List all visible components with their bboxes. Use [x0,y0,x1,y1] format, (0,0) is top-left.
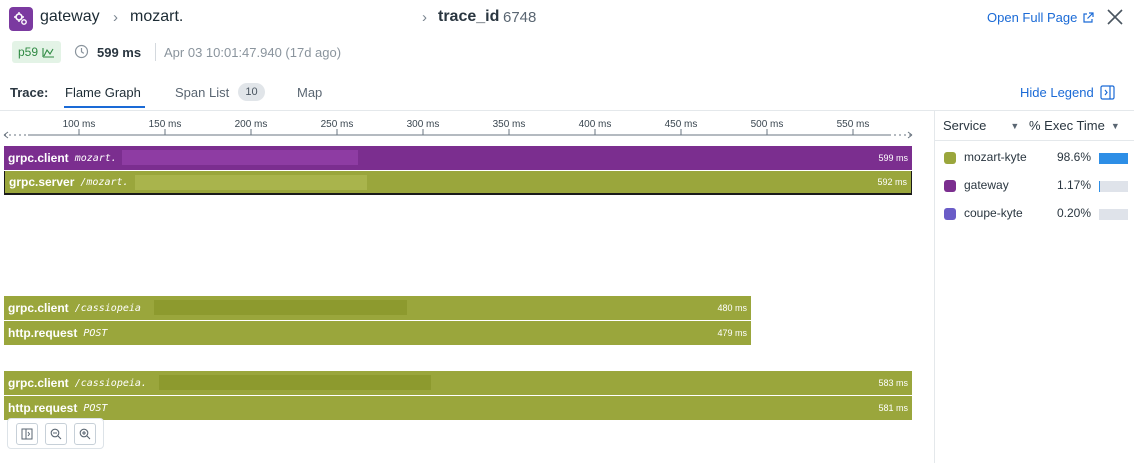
ruler-tick-label: 100 ms [63,119,96,130]
flame-graph[interactable]: 100 ms 150 ms 200 ms 250 ms 300 ms 350 ms 400 … [0,111,934,463]
span-resource: /cassiopeia. [74,377,147,389]
chevron-right-icon: › [113,9,118,26]
legend-col-exec-label: % Exec Time [1029,118,1105,133]
meta-divider [155,43,156,61]
zoom-in-icon [79,428,90,439]
span-name: grpc.client [8,301,69,315]
legend-exec-pct: 98.6% [1057,150,1092,164]
trace-duration: 599 ms [97,45,142,60]
ruler-tick-label: 150 ms [149,119,182,130]
clock-icon [74,44,89,59]
span-name: grpc.client [8,376,69,390]
legend-col-exec-time[interactable]: % Exec Time ▼ [1029,118,1120,133]
legend-service-name: gateway [964,178,1009,192]
span-name: grpc.client [8,151,69,165]
hide-legend-label: Hide Legend [1020,85,1094,100]
service-color-swatch [944,180,956,192]
legend-row[interactable]: gateway 1.17% [935,175,1134,195]
external-link-icon [1083,11,1094,23]
span-duration: 599 ms [878,153,908,163]
redacted-block [154,300,407,315]
span-duration: 583 ms [878,378,908,388]
legend-col-service-label: Service [943,118,987,133]
span-duration: 480 ms [717,303,747,313]
span-bar[interactable]: http.request POST 581 ms [4,396,912,420]
fit-view-icon [21,428,32,439]
trace-header: gateway › mozart. › trace_id 6748 Open F… [0,0,1134,110]
legend-col-service[interactable]: Service ▼ [943,118,1019,133]
zoom-toolbar [7,418,104,449]
exec-time-bar [1099,209,1128,220]
span-name: http.request [8,401,78,415]
trace-tabs-label: Trace: [10,85,49,100]
service-color-swatch [944,208,956,220]
service-color-swatch [944,152,956,164]
trace-timestamp: Apr 03 10:01:47.940 (17d ago) [164,45,342,60]
ruler-tick-label: 250 ms [321,119,354,130]
ruler-tick-label: 300 ms [407,119,440,130]
legend-header-divider [935,140,1134,141]
exec-time-bar [1099,181,1128,192]
sort-down-icon: ▼ [1010,120,1020,131]
ruler-tick-label: 400 ms [579,119,612,130]
open-full-page-label: Open Full Page [987,10,1078,25]
span-resource: mozart. [74,152,117,164]
hide-legend-button[interactable]: Hide Legend [1020,85,1115,100]
collapse-panel-icon [1100,85,1115,100]
breadcrumb-service[interactable]: gateway [40,8,100,26]
span-duration: 592 ms [877,177,907,187]
span-count-badge: 10 [238,83,265,101]
chevron-right-icon: › [422,9,427,26]
percentile-label: p59 [18,45,39,59]
latency-chart-icon [42,47,55,58]
redacted-block [159,375,431,390]
legend-service-name: coupe-kyte [964,206,1023,220]
span-bar-selected[interactable]: grpc.server /mozart. 592 ms [4,171,912,195]
span-duration: 581 ms [878,403,908,413]
legend-row[interactable]: mozart-kyte 98.6% [935,147,1134,167]
zoom-out-button[interactable] [44,422,67,445]
zoom-out-icon [50,428,61,439]
trace-id-value: 6748 [503,9,537,26]
span-bar[interactable]: grpc.client /cassiopeia 480 ms [4,296,751,320]
ruler-tick-label: 200 ms [235,119,268,130]
span-resource: POST [83,402,108,414]
span-bar[interactable]: grpc.client mozart. 599 ms [4,146,912,170]
fit-view-button[interactable] [15,422,38,445]
trace-id-label: trace_id [438,8,500,25]
span-resource: /mozart. [80,176,129,188]
legend-panel: Service ▼ % Exec Time ▼ mozart-kyte 98.6… [935,111,1134,463]
exec-time-bar [1099,153,1128,164]
active-tab-indicator [64,106,145,108]
timeline-ruler: 100 ms 150 ms 200 ms 250 ms 300 ms 350 ms 400 … [3,119,913,139]
exec-time-fill [1099,153,1128,164]
percentile-badge: p59 [12,41,62,63]
open-full-page-link[interactable]: Open Full Page [987,10,1094,25]
ruler-tick-label: 550 ms [837,119,870,130]
tab-span-list[interactable]: Span List [175,85,229,100]
ruler-tick-label: 350 ms [493,119,526,130]
breadcrumb-resource[interactable]: mozart. [130,8,183,26]
legend-row[interactable]: coupe-kyte 0.20% [935,203,1134,223]
zoom-in-button[interactable] [73,422,96,445]
ruler-tick-label: 450 ms [665,119,698,130]
sort-down-icon: ▼ [1110,120,1120,131]
ruler-tick-label: 500 ms [751,119,784,130]
span-duration: 479 ms [717,328,747,338]
legend-service-name: mozart-kyte [964,150,1027,164]
span-name: http.request [8,326,78,340]
service-gear-icon [9,7,33,31]
span-name: grpc.server [9,175,75,189]
tab-map[interactable]: Map [297,85,322,100]
legend-exec-pct: 0.20% [1057,206,1092,220]
redacted-block [135,175,367,190]
span-bar[interactable]: grpc.client /cassiopeia. 583 ms [4,371,912,395]
span-resource: POST [83,327,108,339]
redacted-block [122,150,358,165]
legend-exec-pct: 1.17% [1057,178,1092,192]
span-resource: /cassiopeia [74,302,141,314]
tab-flame-graph[interactable]: Flame Graph [65,85,141,100]
close-icon[interactable] [1104,6,1126,28]
span-bar[interactable]: http.request POST 479 ms [4,321,751,345]
